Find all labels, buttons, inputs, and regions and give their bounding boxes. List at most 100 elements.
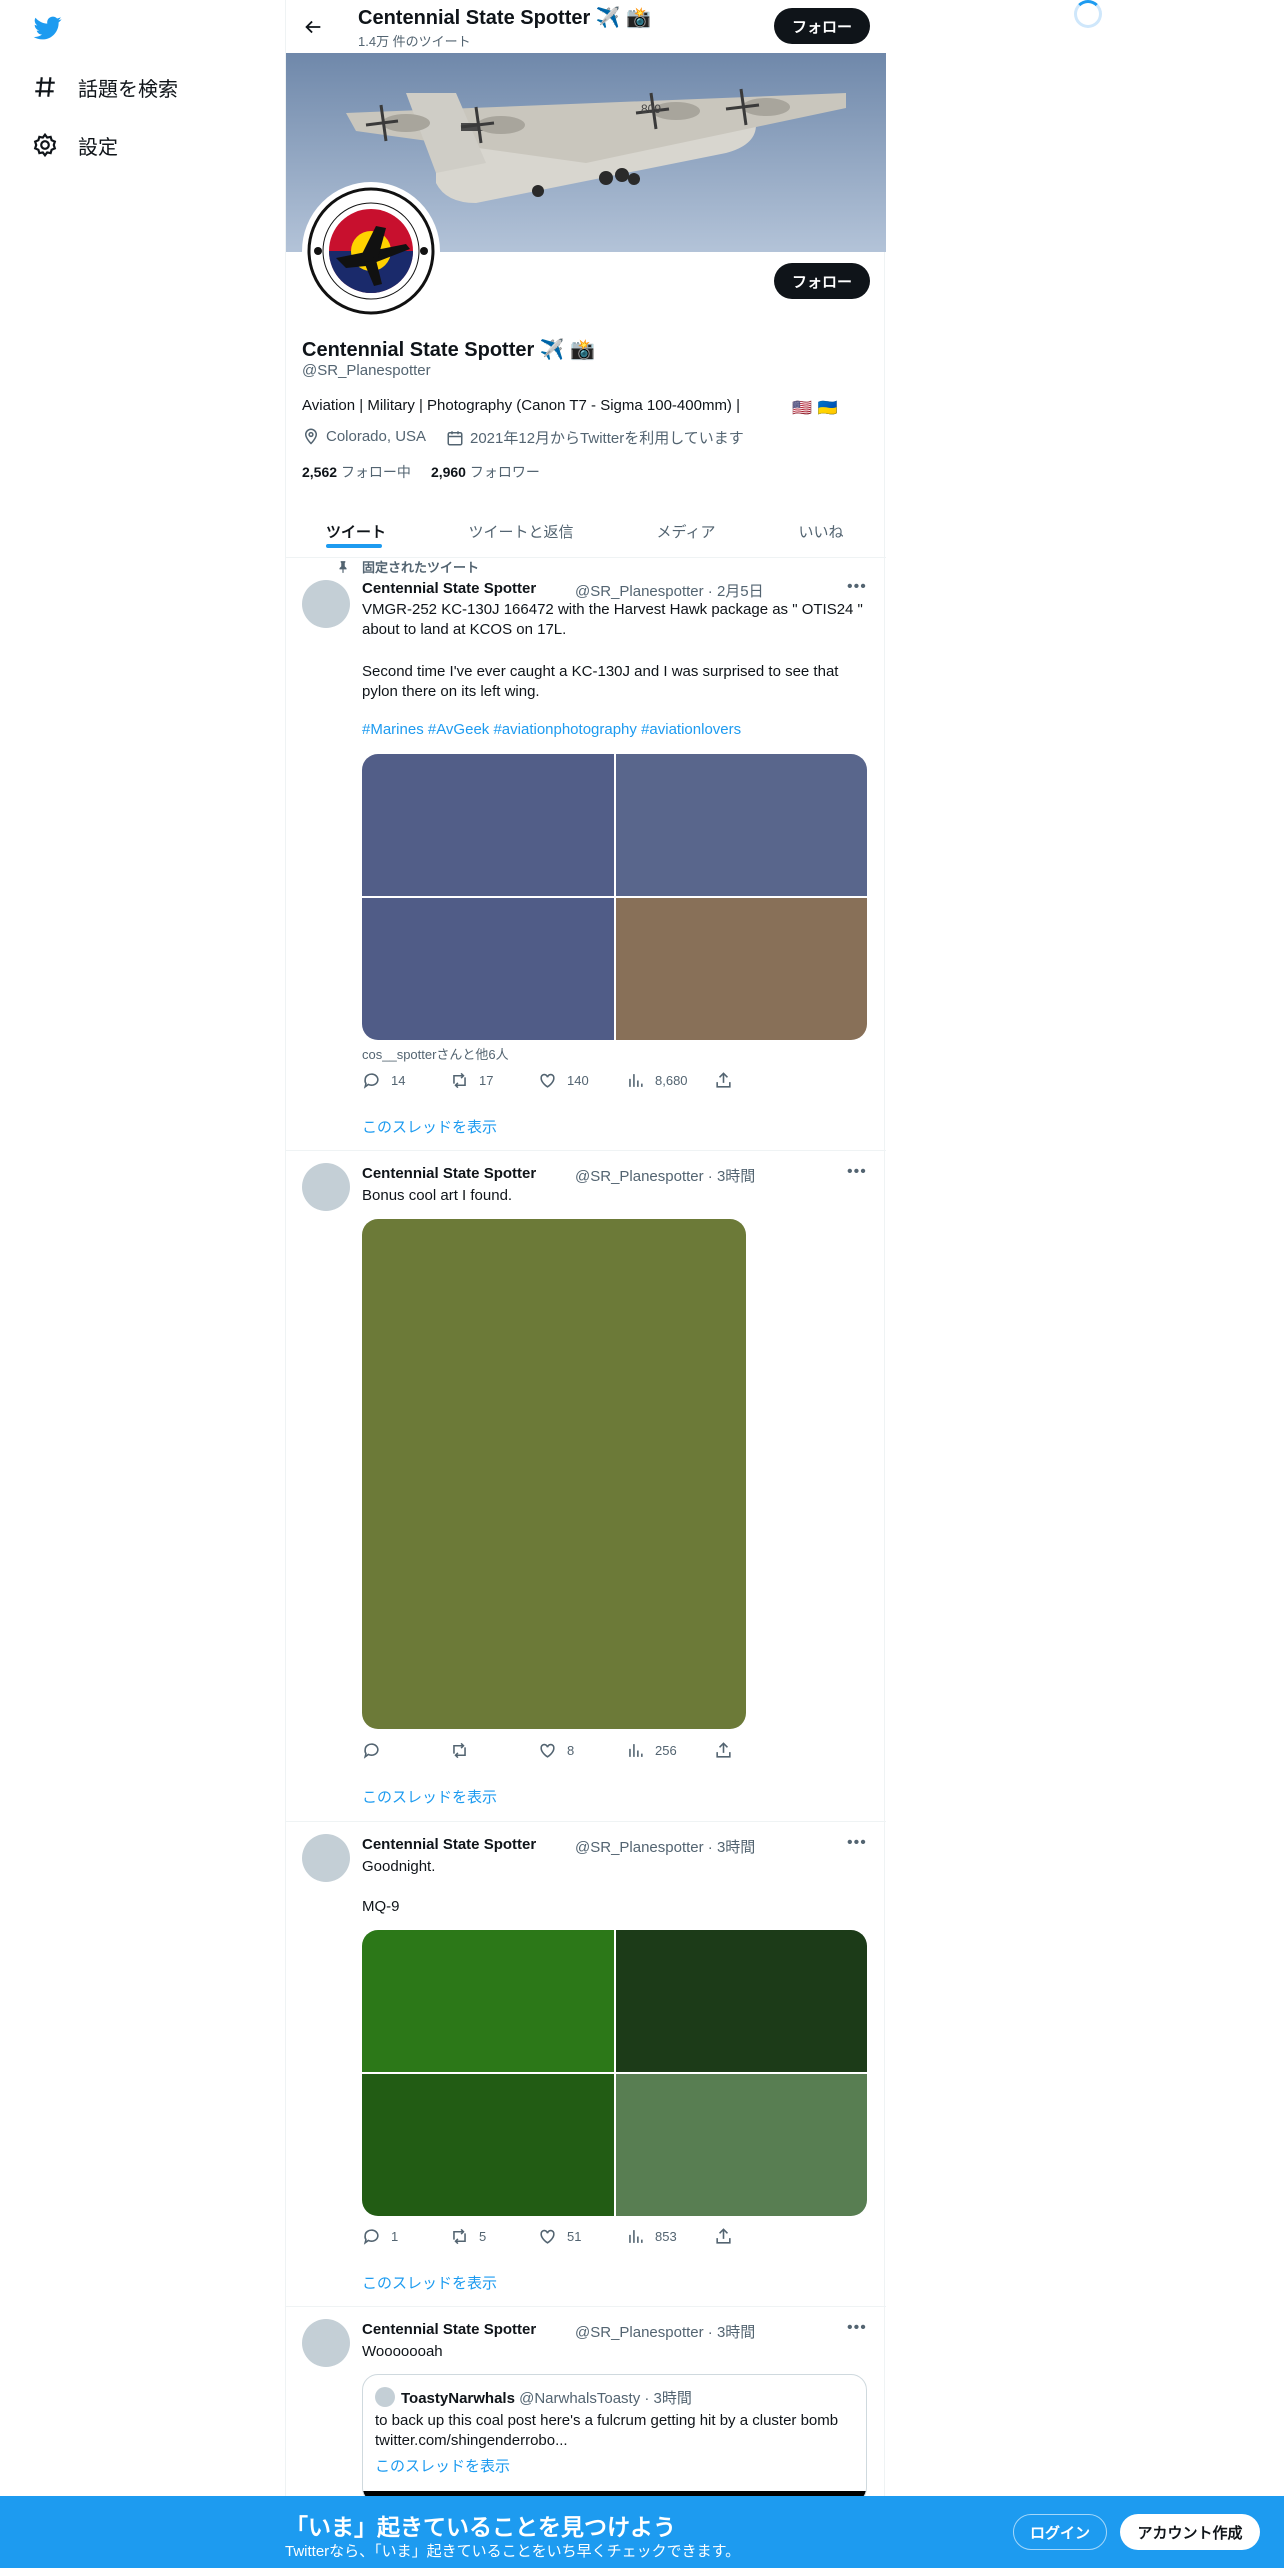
share-icon	[716, 1072, 731, 1088]
more-options-icon[interactable]: •••	[847, 578, 867, 596]
show-thread-link[interactable]: このスレッドを表示	[362, 2272, 497, 2293]
views-chart-icon	[629, 1744, 643, 1757]
header-title: Centennial State Spotter ✈️ 📸	[358, 7, 652, 29]
header-follow-button[interactable]: フォロー	[774, 8, 870, 44]
views-button[interactable]: 853	[626, 2227, 714, 2246]
tweet-avatar[interactable]	[302, 1163, 350, 1211]
views-chart-icon	[629, 1074, 643, 1087]
svg-text:809: 809	[641, 102, 661, 116]
tweet-avatar[interactable]	[302, 1834, 350, 1882]
retweet-button[interactable]	[450, 1741, 538, 1760]
reply-icon	[363, 1073, 379, 1089]
tweet-handle-time[interactable]: @SR_Planespotter · 3時間	[575, 1165, 755, 1186]
media-image-3[interactable]	[362, 2074, 614, 2216]
quoted-show-thread-link[interactable]: このスレッドを表示	[375, 2455, 510, 2476]
tweet-hashtags[interactable]: #Marines #AvGeek #aviationphotography #a…	[362, 721, 741, 738]
share-icon	[716, 2228, 731, 2244]
nav-settings[interactable]: 設定	[32, 125, 118, 165]
tweet-handle-time[interactable]: @SR_Planespotter · 2月5日	[575, 580, 764, 601]
tweet-media-image[interactable]	[362, 1219, 746, 1729]
quoted-tweet-text: to back up this coal post here's a fulcr…	[375, 2412, 839, 2449]
media-image-2[interactable]	[615, 754, 867, 896]
tweet-pinned[interactable]: Centennial State Spotter @SR_Planespotte…	[286, 558, 886, 1151]
media-image-1[interactable]	[362, 1930, 614, 2072]
retweet-count: 17	[479, 1073, 494, 1088]
views-button[interactable]: 8,680	[626, 1071, 714, 1090]
tweet-media-grid[interactable]	[362, 1930, 867, 2216]
nav-explore[interactable]: 話題を検索	[32, 67, 178, 107]
tweet-text: Goodnight.	[362, 1858, 436, 1875]
retweet-icon	[453, 1072, 466, 1089]
tweet-author[interactable]: Centennial State Spotter	[362, 580, 536, 597]
tweet-handle-time[interactable]: @SR_Planespotter · 3時間	[575, 1836, 755, 1857]
media-image-3[interactable]	[362, 898, 614, 1040]
profile-avatar[interactable]	[302, 182, 440, 320]
loading-spinner-icon	[1074, 0, 1102, 28]
share-button[interactable]	[714, 1741, 802, 1760]
tweet-handle-time[interactable]: @SR_Planespotter · 3時間	[575, 2321, 755, 2342]
tweet[interactable]: Centennial State Spotter @SR_Planespotte…	[286, 1151, 886, 1822]
heart-icon	[540, 2229, 555, 2244]
tweet-text: VMGR-252 KC-130J 166472 with the Harvest…	[362, 601, 863, 638]
reply-button[interactable]: 14	[362, 1071, 450, 1090]
tab-likes[interactable]: いいね	[756, 505, 886, 558]
profile-location-text: Colorado, USA	[326, 427, 427, 445]
profile-bio-flags: 🇺🇸 🇺🇦	[792, 398, 838, 418]
tweet-author[interactable]: Centennial State Spotter	[362, 1836, 536, 1853]
like-button[interactable]: 8	[538, 1741, 626, 1760]
retweet-button[interactable]: 17	[450, 1071, 538, 1090]
tab-tweets[interactable]: ツイート	[286, 505, 426, 558]
heart-icon	[540, 1743, 555, 1758]
media-image-1[interactable]	[362, 754, 614, 896]
tagged-users[interactable]: cos__spotterさんと他6人	[362, 1044, 509, 1063]
tab-media[interactable]: メディア	[616, 505, 756, 558]
tweet-author[interactable]: Centennial State Spotter	[362, 1165, 536, 1182]
tweet-avatar[interactable]	[302, 2319, 350, 2367]
followers-link[interactable]: 2,960 フォロワー	[431, 462, 540, 482]
reply-button[interactable]	[362, 1741, 450, 1760]
tab-tweets-and-replies[interactable]: ツイートと返信	[426, 505, 616, 558]
like-count: 140	[567, 1073, 589, 1088]
view-count: 853	[655, 2229, 677, 2244]
signup-button[interactable]: アカウント作成	[1120, 2514, 1260, 2550]
quoted-tweet[interactable]: ToastyNarwhals @NarwhalsToasty · 3時間 to …	[362, 2374, 867, 2504]
calendar-icon	[447, 430, 463, 445]
like-button[interactable]: 51	[538, 2227, 626, 2246]
show-thread-link[interactable]: このスレッドを表示	[362, 1786, 497, 1807]
more-options-icon[interactable]: •••	[847, 2319, 867, 2337]
following-link[interactable]: 2,562 フォロー中	[302, 462, 411, 482]
profile-joined-text: 2021年12月からTwitterを利用しています	[470, 430, 744, 447]
share-button[interactable]	[714, 2227, 802, 2246]
back-arrow-icon[interactable]	[302, 16, 324, 38]
profile-follow-button[interactable]: フォロー	[774, 263, 870, 299]
media-image-2[interactable]	[615, 1930, 867, 2072]
profile-location: Colorado, USA	[302, 427, 426, 445]
profile-header: Centennial State Spotter ✈️ 📸 1.4万 件のツイー…	[286, 0, 886, 53]
login-button[interactable]: ログイン	[1013, 2514, 1107, 2550]
tweet-author[interactable]: Centennial State Spotter	[362, 2321, 536, 2338]
profile-stats: 2,562 フォロー中 2,960 フォロワー	[302, 462, 540, 482]
more-options-icon[interactable]: •••	[847, 1163, 867, 1181]
reply-count: 1	[391, 2229, 399, 2244]
reply-icon	[363, 2229, 379, 2245]
like-button[interactable]: 140	[538, 1071, 626, 1090]
quoted-tweet-author: ToastyNarwhals	[401, 2390, 515, 2407]
tweet[interactable]: Centennial State Spotter @SR_Planespotte…	[286, 1822, 886, 2307]
avatar-logo-icon	[307, 187, 435, 315]
views-chart-icon	[629, 2230, 643, 2243]
views-button[interactable]: 256	[626, 1741, 714, 1760]
following-label: フォロー中	[340, 464, 411, 480]
retweet-button[interactable]: 5	[450, 2227, 538, 2246]
share-button[interactable]	[714, 1071, 802, 1090]
show-thread-link[interactable]: このスレッドを表示	[362, 1116, 497, 1137]
tweet-avatar[interactable]	[302, 580, 350, 628]
reply-button[interactable]: 1	[362, 2227, 450, 2246]
twitter-logo-icon[interactable]	[32, 14, 64, 42]
more-options-icon[interactable]: •••	[847, 1834, 867, 1852]
retweet-icon	[453, 2228, 466, 2245]
tweet-media-grid[interactable]	[362, 754, 867, 1040]
quoted-tweet-avatar	[375, 2387, 395, 2407]
media-image-4[interactable]	[615, 2074, 867, 2216]
tweet-text: Bonus cool art I found.	[362, 1187, 513, 1204]
media-image-4[interactable]	[615, 898, 867, 1040]
